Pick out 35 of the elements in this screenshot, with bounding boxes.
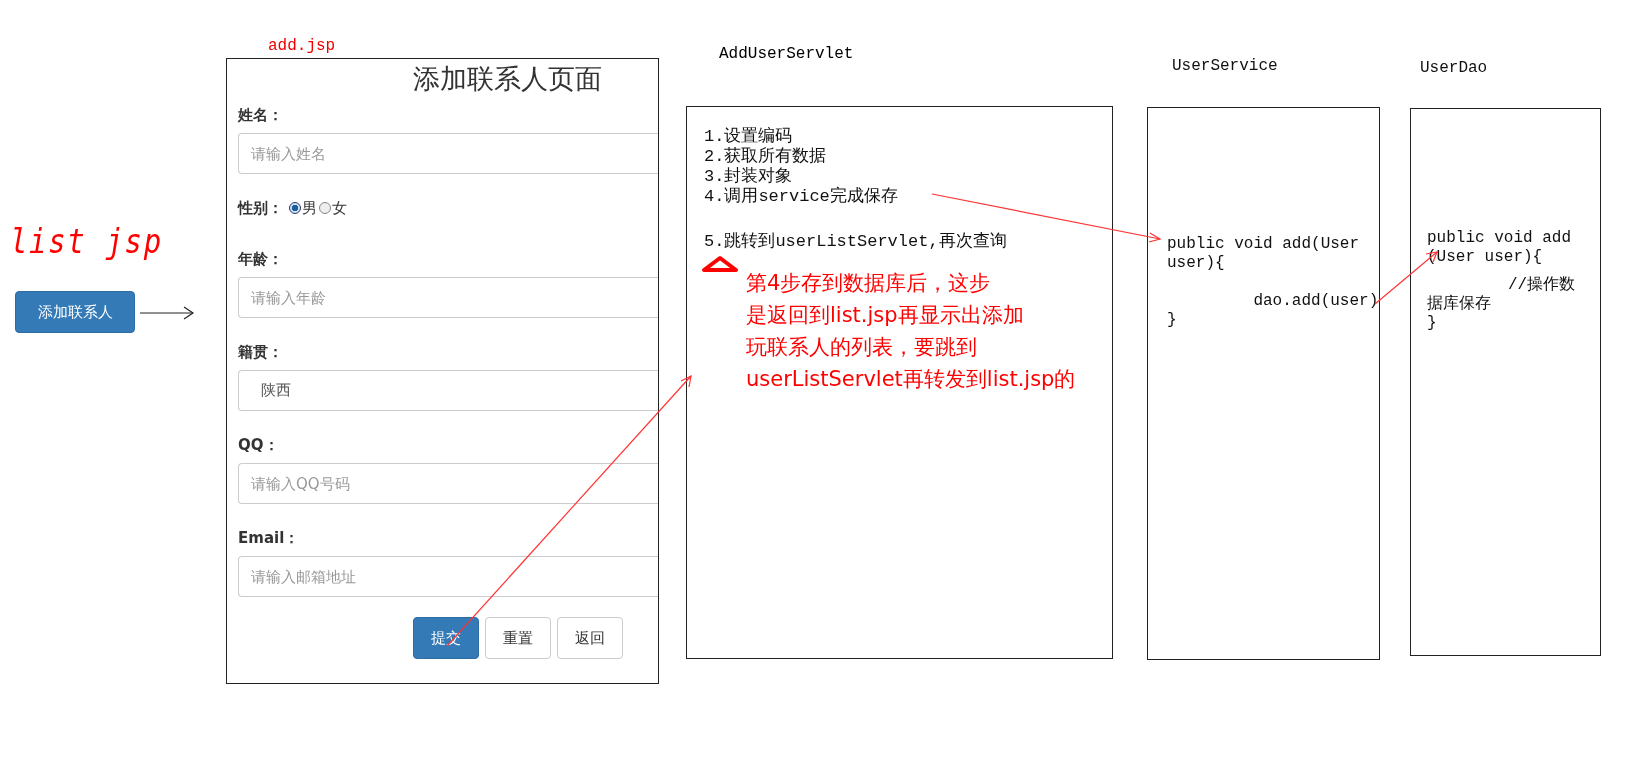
- radio-button[interactable]: [319, 202, 331, 214]
- step-text: 5.跳转到userListServlet,再次查询: [704, 231, 1007, 252]
- radio-label: 男: [302, 198, 317, 218]
- input-field[interactable]: 请输入姓名: [238, 133, 658, 174]
- radio-button[interactable]: [289, 202, 301, 214]
- code-text: public void add(User user){ dao.add(user) }: [1167, 235, 1379, 330]
- code-comment: //操作数据库保存: [1427, 276, 1577, 314]
- add-contact-button[interactable]: 添加联系人: [15, 291, 135, 333]
- form-button[interactable]: 重置: [485, 617, 551, 659]
- radio-label: 女: [332, 198, 347, 218]
- annotation-text: 第4步存到数据库后，这步 是返回到list.jsp再显示出添加 玩联系人的列表，要跳到 userListServlet再转发到list.jsp的: [746, 270, 1076, 393]
- field-label: 籍贯：: [238, 342, 283, 362]
- input-field[interactable]: 请输入QQ号码: [238, 463, 658, 504]
- class-title: UserDao: [1420, 59, 1488, 77]
- arrow: [139, 306, 195, 320]
- field-label: 年龄：: [238, 249, 283, 269]
- input-field[interactable]: 请输入年龄: [238, 277, 658, 318]
- field-label: QQ：: [238, 435, 279, 455]
- step-text: 4.调用service完成保存: [704, 187, 898, 207]
- class-title: AddUserServlet: [719, 45, 854, 63]
- step-text: 3.封装对象: [704, 167, 794, 187]
- handwritten-title: list jsp: [10, 220, 163, 263]
- field-label: Email：: [238, 528, 300, 548]
- triangle-icon: [701, 255, 739, 273]
- file-label: add.jsp: [268, 37, 336, 55]
- input-field[interactable]: 陕西: [238, 370, 658, 411]
- field-label: 性别：: [238, 198, 283, 218]
- page-title: 添加联系人页面: [413, 62, 602, 96]
- input-field[interactable]: 请输入邮箱地址: [238, 556, 658, 597]
- step-text: 2.获取所有数据: [704, 147, 828, 167]
- form-button[interactable]: 返回: [557, 617, 623, 659]
- step-text: 1.设置编码: [704, 127, 794, 147]
- code-text: }: [1427, 314, 1437, 333]
- field-label: 姓名：: [238, 105, 283, 125]
- class-title: UserService: [1172, 57, 1278, 75]
